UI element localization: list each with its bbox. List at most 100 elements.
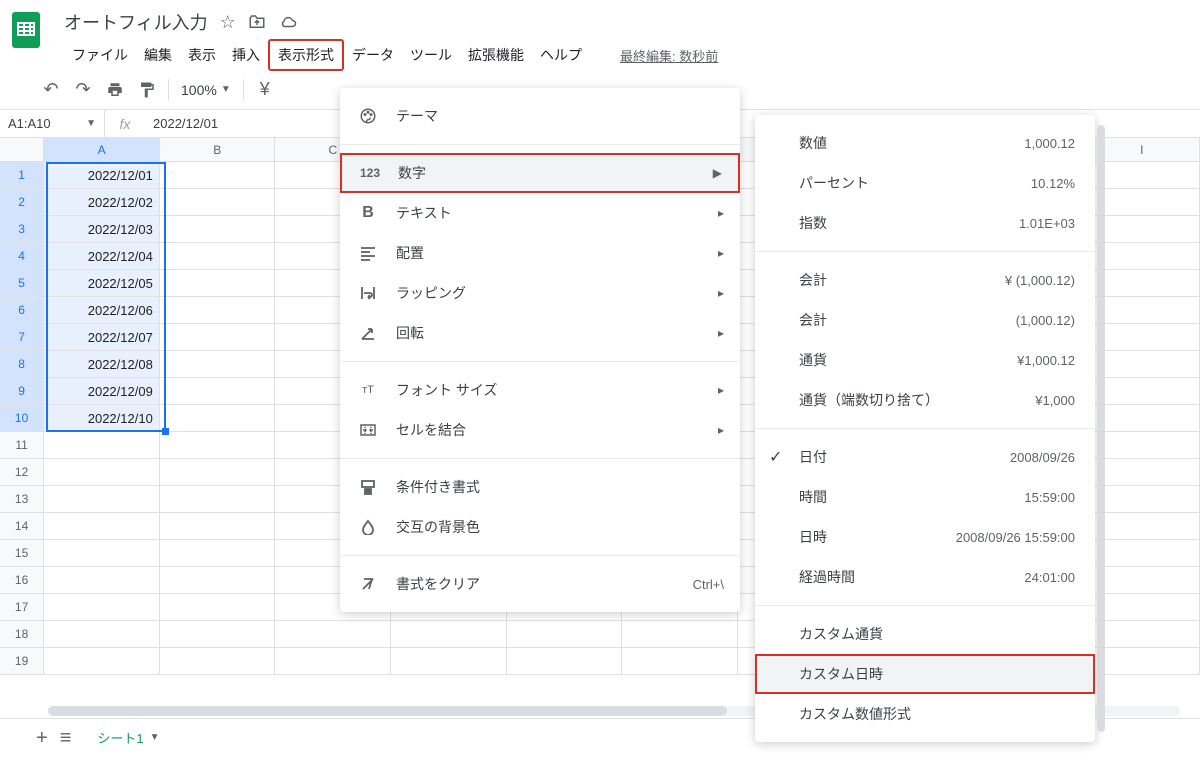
cell[interactable] [44,432,160,458]
cell[interactable]: 2022/12/08 [44,351,160,377]
fmt-time[interactable]: 時間15:59:00 [755,477,1095,517]
menu-file[interactable]: ファイル [64,41,136,69]
row-header[interactable]: 4 [0,243,44,269]
cell[interactable] [622,621,738,647]
col-header-a[interactable]: A [44,138,160,161]
menu-tools[interactable]: ツール [402,41,460,69]
menu-merge[interactable]: セルを結合 ▸ [340,410,740,450]
menu-format[interactable]: 表示形式 [268,39,344,71]
col-header-b[interactable]: B [160,138,276,161]
fmt-accounting-2[interactable]: 会計(1,000.12) [755,300,1095,340]
menu-edit[interactable]: 編集 [136,41,180,69]
cell[interactable] [275,621,391,647]
menu-wrap[interactable]: ラッピング ▸ [340,273,740,313]
fmt-custom-currency[interactable]: カスタム通貨 [755,614,1095,654]
redo-button[interactable]: ↷ [68,75,98,105]
row-header[interactable]: 9 [0,378,44,404]
menu-alternating[interactable]: 交互の背景色 [340,507,740,547]
cell[interactable] [622,648,738,674]
row-header[interactable]: 13 [0,486,44,512]
row-header[interactable]: 3 [0,216,44,242]
star-icon[interactable]: ☆ [220,12,236,33]
fmt-exp[interactable]: 指数1.01E+03 [755,203,1095,243]
fmt-custom-datetime[interactable]: カスタム日時 [755,654,1095,694]
cell[interactable] [44,648,160,674]
name-box[interactable]: A1:A10▼ [0,110,105,137]
cell[interactable] [160,486,276,512]
fmt-date[interactable]: ✓日付2008/09/26 [755,437,1095,477]
menu-extensions[interactable]: 拡張機能 [460,41,532,69]
cell[interactable] [391,621,507,647]
doc-title[interactable]: オートフィル入力 [64,9,208,35]
last-edit-link[interactable]: 最終編集: 数秒前 [620,46,718,65]
row-header[interactable]: 8 [0,351,44,377]
cell[interactable]: 2022/12/05 [44,270,160,296]
cell[interactable] [160,378,276,404]
cell[interactable] [160,513,276,539]
row-header[interactable]: 14 [0,513,44,539]
menu-clear-format[interactable]: 書式をクリア Ctrl+\ [340,564,740,604]
cell[interactable] [44,621,160,647]
fmt-duration[interactable]: 経過時間24:01:00 [755,557,1095,597]
menu-rotate[interactable]: 回転 ▸ [340,313,740,353]
menu-align[interactable]: 配置 ▸ [340,233,740,273]
cell[interactable]: 2022/12/06 [44,297,160,323]
cell[interactable]: 2022/12/10 [44,405,160,431]
print-button[interactable] [100,75,130,105]
menu-view[interactable]: 表示 [180,41,224,69]
menu-data[interactable]: データ [344,41,402,69]
cell[interactable] [160,540,276,566]
cell[interactable] [160,621,276,647]
cell[interactable] [507,621,623,647]
drag-handle[interactable] [162,428,169,435]
cell[interactable] [160,405,276,431]
sheets-logo-icon[interactable] [12,12,52,52]
cell[interactable] [160,351,276,377]
fmt-custom-number[interactable]: カスタム数値形式 [755,694,1095,734]
cell[interactable] [160,648,276,674]
cell[interactable]: 2022/12/02 [44,189,160,215]
cell[interactable] [275,648,391,674]
fmt-currency[interactable]: 通貨¥1,000.12 [755,340,1095,380]
cell[interactable] [44,486,160,512]
cell[interactable] [160,216,276,242]
cell[interactable] [160,567,276,593]
add-sheet-button[interactable]: + [36,727,48,750]
undo-button[interactable]: ↶ [36,75,66,105]
fmt-accounting-1[interactable]: 会計¥ (1,000.12) [755,260,1095,300]
menu-insert[interactable]: 挿入 [224,41,268,69]
cell[interactable]: 2022/12/04 [44,243,160,269]
row-header[interactable]: 7 [0,324,44,350]
paint-format-button[interactable] [132,75,162,105]
cloud-icon[interactable] [278,13,298,31]
chevron-down-icon[interactable]: ▼ [150,732,160,743]
cell[interactable] [44,459,160,485]
row-header[interactable]: 19 [0,648,44,674]
row-header[interactable]: 2 [0,189,44,215]
menu-theme[interactable]: テーマ [340,96,740,136]
cell[interactable]: 2022/12/07 [44,324,160,350]
row-header[interactable]: 16 [0,567,44,593]
menu-help[interactable]: ヘルプ [532,41,590,69]
cell[interactable]: 2022/12/09 [44,378,160,404]
cell[interactable] [160,432,276,458]
row-header[interactable]: 6 [0,297,44,323]
row-header[interactable]: 12 [0,459,44,485]
cell[interactable] [160,297,276,323]
row-header[interactable]: 15 [0,540,44,566]
all-sheets-button[interactable]: ≡ [60,727,72,750]
submenu-scrollbar[interactable] [1097,125,1105,732]
fmt-datetime[interactable]: 日時2008/09/26 15:59:00 [755,517,1095,557]
fmt-percent[interactable]: パーセント10.12% [755,163,1095,203]
cell[interactable] [160,459,276,485]
cell[interactable] [160,324,276,350]
cell[interactable] [44,594,160,620]
row-header[interactable]: 10 [0,405,44,431]
cell[interactable] [160,594,276,620]
cell[interactable] [507,648,623,674]
cell[interactable]: 2022/12/03 [44,216,160,242]
row-header[interactable]: 17 [0,594,44,620]
cell[interactable] [160,270,276,296]
row-header[interactable]: 5 [0,270,44,296]
menu-conditional[interactable]: 条件付き書式 [340,467,740,507]
